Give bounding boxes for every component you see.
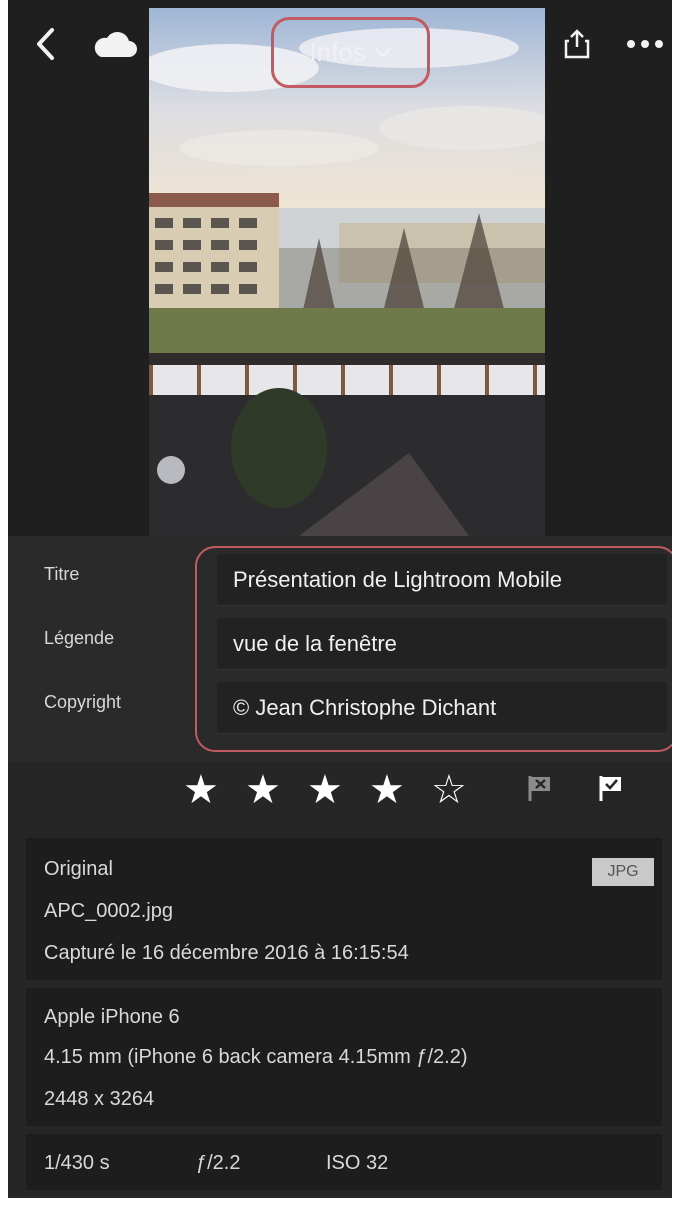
reject-flag-button[interactable] [526, 773, 554, 808]
image-dimensions: 2448 x 3264 [44, 1088, 155, 1110]
back-button[interactable] [22, 22, 70, 66]
pick-flag-button[interactable] [597, 773, 625, 808]
file-info-card: Original JPG APC_0002.jpg Capturé le 16 … [26, 838, 662, 980]
cloud-icon [94, 32, 137, 57]
share-button[interactable] [553, 22, 601, 66]
caption-label: Légende [44, 628, 115, 648]
star-5-icon[interactable]: ☆ [431, 770, 467, 810]
reject-flag-icon [528, 776, 550, 801]
iso-value: ISO 32 [326, 1152, 389, 1174]
chevron-left-icon [37, 28, 54, 60]
capture-date: Capturé le 16 décembre 2016 à 16:15:54 [44, 942, 409, 964]
share-icon [564, 29, 590, 59]
more-horizontal-icon [627, 40, 663, 48]
shutter-speed: 1/430 s [44, 1152, 110, 1174]
lightroom-info-screen: Infos Titre Présentation de Lightroom Mo… [8, 0, 672, 1198]
file-format-badge: JPG [592, 858, 654, 886]
metadata-highlight [195, 546, 672, 752]
photo-preview-area: Infos [8, 0, 672, 536]
cloud-sync-button[interactable] [90, 22, 138, 66]
chevron-down-icon [374, 47, 391, 58]
star-1-icon[interactable]: ★ [183, 770, 219, 810]
view-title: Infos [309, 37, 366, 67]
title-label: Titre [44, 564, 80, 584]
aperture: ƒ/2.2 [196, 1152, 241, 1174]
pick-flag-icon [599, 776, 621, 801]
lens-info: 4.15 mm (iPhone 6 back camera 4.15mm ƒ/2… [44, 1046, 468, 1068]
camera-model: Apple iPhone 6 [44, 1006, 180, 1028]
exposure-info-card: 1/430 s ƒ/2.2 ISO 32 [26, 1134, 662, 1190]
rating-bar: ★ ★ ★ ★ ☆ [8, 764, 672, 828]
copyright-label: Copyright [44, 692, 122, 712]
star-2-icon[interactable]: ★ [245, 770, 281, 810]
original-label: Original [44, 858, 113, 880]
star-4-icon[interactable]: ★ [369, 770, 405, 810]
info-view-selector[interactable]: Infos [271, 17, 430, 88]
camera-info-card: Apple iPhone 6 4.15 mm (iPhone 6 back ca… [26, 988, 662, 1126]
file-name: APC_0002.jpg [44, 900, 173, 922]
star-3-icon[interactable]: ★ [307, 770, 343, 810]
more-options-button[interactable] [621, 22, 669, 66]
